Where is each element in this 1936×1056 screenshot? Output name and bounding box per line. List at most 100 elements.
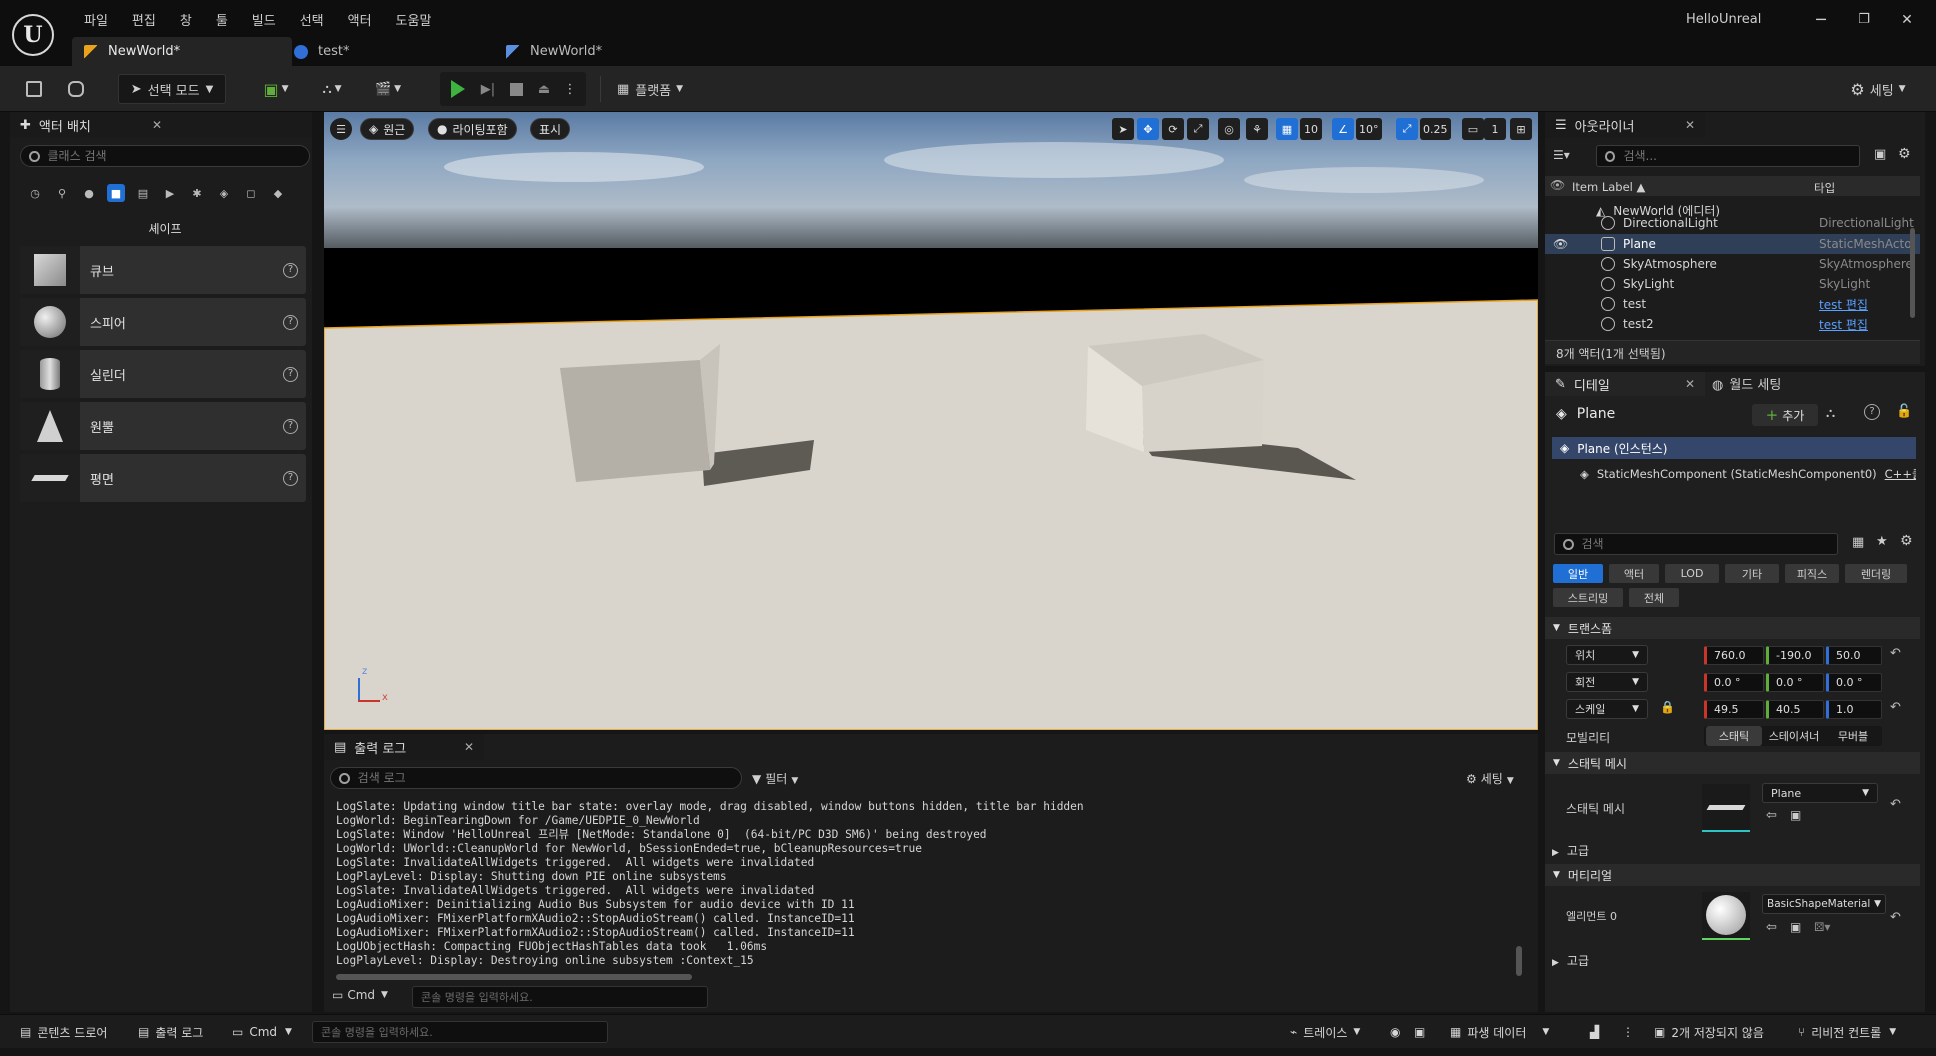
menu-edit[interactable]: 편집 [120, 8, 168, 31]
advanced-expander[interactable]: ▶ 고급 [1552, 952, 1589, 969]
play-options-button[interactable]: ⋮ [560, 74, 580, 104]
close-tab-icon[interactable]: ✕ [1685, 377, 1695, 391]
close-tab-icon[interactable]: ✕ [152, 118, 162, 132]
revision-control-dropdown[interactable]: ⑂ 리비전 컨트롤 ▼ [1792, 1021, 1902, 1043]
show-button[interactable]: 표시 [530, 118, 571, 140]
camera-speed-value[interactable]: 1 [1484, 118, 1506, 140]
property-matrix-icon[interactable]: ▦ [1852, 535, 1864, 550]
advanced-expander[interactable]: ▶ 고급 [1552, 842, 1589, 859]
unreal-logo[interactable]: U [12, 14, 54, 56]
component-row[interactable]: ◈ StaticMeshComponent (StaticMeshComponen… [1580, 465, 1916, 483]
shape-item-cone[interactable]: 원뿔 ? [20, 402, 306, 450]
outliner-settings-icon[interactable]: ⚙ [1898, 146, 1911, 162]
log-horizontal-scrollbar[interactable] [336, 974, 692, 980]
console-input[interactable]: 콘솔 명령을 입력하세요. [412, 986, 708, 1008]
actor-icon[interactable]: ◆ [269, 184, 287, 202]
filter-dropdown[interactable]: ▼ 필터 ▼ [752, 770, 798, 787]
type-column[interactable]: 타입 [1814, 180, 1835, 196]
rotation-dropdown[interactable]: 회전 ▼ [1566, 672, 1648, 692]
filter-misc[interactable]: 기타 [1725, 564, 1779, 583]
class-search-input[interactable] [20, 145, 310, 167]
filter-actor[interactable]: 액터 [1609, 564, 1659, 583]
outliner-filter-icon[interactable]: ☰▾ [1553, 148, 1570, 162]
select-tool-icon[interactable]: ➤ [1112, 118, 1134, 140]
tab-newworld-2[interactable]: NewWorld* [494, 37, 694, 66]
use-selected-icon[interactable]: ⇦ [1766, 920, 1777, 935]
add-actor-button[interactable]: ▣ ▼ [256, 74, 296, 104]
details-settings-icon[interactable]: ⚙ [1900, 533, 1913, 549]
menu-actor[interactable]: 액터 [336, 8, 384, 31]
grid-snap-icon[interactable]: ▦ [1276, 118, 1298, 140]
trace-dropdown[interactable]: ⌁ 트레이스 ▼ [1284, 1021, 1366, 1043]
browse-asset-icon[interactable]: ▣ [1790, 808, 1801, 822]
rotation-z-input[interactable]: 0.0 ° [1826, 673, 1882, 692]
menu-help[interactable]: 도움말 [384, 8, 444, 31]
rotate-tool-icon[interactable]: ⟳ [1162, 118, 1184, 140]
use-selected-icon[interactable]: ⇦ [1766, 808, 1777, 823]
help-icon[interactable]: ? [283, 262, 298, 278]
shapes-icon[interactable]: ■ [107, 184, 125, 202]
add-folder-icon[interactable]: ▣ [1874, 147, 1886, 162]
shape-item-sphere[interactable]: 스피어 ? [20, 298, 306, 346]
move-tool-icon[interactable]: ✥ [1137, 118, 1159, 140]
scale-z-input[interactable]: 1.0 [1826, 700, 1882, 719]
mobility-stationary[interactable]: 스테이셔너 [1764, 726, 1824, 746]
scale-x-input[interactable]: 49.5 [1704, 700, 1764, 719]
edit-blueprint-link[interactable]: test 편집 [1819, 316, 1915, 333]
material-picker[interactable]: BasicShapeMaterial ▼ [1762, 894, 1886, 914]
tab-newworld-1[interactable]: NewWorld* [72, 37, 292, 66]
favorites-star-icon[interactable]: ★ [1876, 534, 1888, 549]
mobility-movable[interactable]: 무버블 [1826, 726, 1880, 746]
rotation-y-input[interactable]: 0.0 ° [1766, 673, 1824, 692]
menu-file[interactable]: 파일 [72, 8, 120, 31]
record-icon[interactable]: ◉ [1384, 1021, 1406, 1043]
help-icon[interactable]: ? [283, 470, 298, 486]
shape-item-cylinder[interactable]: 실린더 ? [20, 350, 306, 398]
details-search-field[interactable] [1581, 537, 1829, 551]
transform-section-header[interactable]: ▼ 트랜스폼 [1545, 617, 1920, 639]
material-thumbnail[interactable] [1702, 892, 1750, 940]
static-mesh-section-header[interactable]: ▼ 스태틱 메시 [1545, 752, 1920, 774]
menu-select[interactable]: 선택 [288, 8, 336, 31]
menu-build[interactable]: 빌드 [240, 8, 288, 31]
geometry-icon[interactable]: ◻ [242, 184, 260, 202]
restore-icon[interactable]: ❐ [1849, 8, 1879, 32]
reset-scale-icon[interactable]: ↶ [1890, 700, 1901, 715]
location-y-input[interactable]: -190.0 [1766, 646, 1824, 665]
camera-speed-icon[interactable]: ▭ [1462, 118, 1484, 140]
materials-section-header[interactable]: ▼ 머티리얼 [1545, 864, 1920, 886]
all-classes-icon[interactable]: ◈ [215, 184, 233, 202]
cinematic-icon[interactable]: ▤ [134, 184, 152, 202]
shape-item-cube[interactable]: 큐브 ? [20, 246, 306, 294]
outliner-row[interactable]: test test 편집 [1545, 294, 1920, 314]
scale-dropdown[interactable]: 스케일 ▼ [1566, 699, 1648, 719]
cube-left-front[interactable] [560, 360, 710, 482]
add-component-button[interactable]: + 추가 [1752, 404, 1818, 426]
world-space-icon[interactable]: ◎ [1218, 118, 1240, 140]
floor-plane[interactable] [324, 299, 1538, 730]
level-viewport[interactable]: z x [324, 112, 1538, 730]
help-icon[interactable]: ? [283, 418, 298, 434]
scale-tool-icon[interactable]: ⤢ [1187, 118, 1209, 140]
world-settings-tab[interactable]: ◍ 월드 세팅 [1712, 374, 1781, 393]
filter-general[interactable]: 일반 [1553, 564, 1603, 583]
minimize-icon[interactable]: ─ [1806, 8, 1836, 32]
log-vertical-scrollbar[interactable] [1516, 946, 1522, 976]
tab-test[interactable]: test* [282, 37, 482, 66]
browse-asset-icon[interactable]: ▣ [1790, 920, 1801, 934]
cpp-class-link[interactable]: C++클 [1885, 466, 1916, 482]
rotation-x-input[interactable]: 0.0 ° [1704, 673, 1764, 692]
outliner-search-input[interactable] [1596, 145, 1860, 167]
scale-snap-value[interactable]: 0.25 [1420, 118, 1451, 140]
visual-effects-icon[interactable]: ▶ [161, 184, 179, 202]
outliner-row[interactable]: DirectionalLight DirectionalLight [1545, 215, 1920, 231]
log-search-input[interactable] [330, 767, 742, 789]
outliner-row[interactable]: SkyAtmosphere SkyAtmosphere [1545, 254, 1920, 274]
reset-static-mesh-icon[interactable]: ↶ [1890, 797, 1901, 812]
instance-row[interactable]: ◈ Plane (인스턴스) [1552, 437, 1916, 459]
details-search-input[interactable] [1554, 533, 1838, 555]
location-dropdown[interactable]: 위치 ▼ [1566, 645, 1648, 665]
material-options-icon[interactable]: ⚄▾ [1814, 920, 1830, 934]
item-label-column[interactable]: Item Label ▲ [1572, 180, 1645, 194]
select-mode-dropdown[interactable]: ➤ 선택 모드 ▼ [118, 74, 226, 104]
